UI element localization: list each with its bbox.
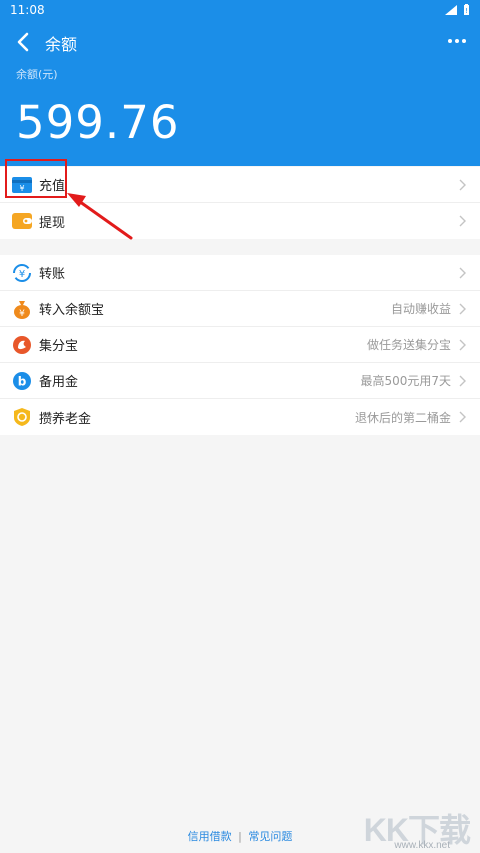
svg-text:b: b xyxy=(18,374,27,388)
balance-label: 余额(元) xyxy=(16,68,58,81)
pension-label: 攒养老金 xyxy=(39,411,92,427)
services-list: ¥ 转账 ¥ 转入余额宝 自动赚收益 集分宝 做任务送集分宝 b 备用金 最高5… xyxy=(0,255,480,435)
jifenbao-desc: 做任务送集分宝 xyxy=(366,338,451,352)
svg-text:¥: ¥ xyxy=(19,309,25,319)
battery-icon: ! xyxy=(464,4,469,15)
watermark: KK下载 www.kkx.net xyxy=(352,803,472,851)
status-time: 11:08 xyxy=(10,3,45,17)
chevron-right-icon xyxy=(459,411,466,423)
signal-icon xyxy=(445,5,457,15)
jifenbao-row[interactable]: 集分宝 做任务送集分宝 xyxy=(0,327,480,363)
transfer-label: 转账 xyxy=(39,267,66,282)
yuebao-desc: 自动赚收益 xyxy=(390,302,451,316)
chevron-right-icon xyxy=(459,303,466,314)
status-icons: ! xyxy=(445,4,470,16)
recharge-row[interactable]: ¥ 充值 xyxy=(0,167,480,203)
footer-separator: | xyxy=(238,830,242,843)
watermark-url: www.kkx.net xyxy=(394,840,450,851)
pension-row[interactable]: 攒养老金 退休后的第二桶金 xyxy=(0,399,480,435)
withdraw-wallet-icon xyxy=(12,211,32,231)
status-bar: 11:08 ! xyxy=(0,0,480,20)
nav-bar: 余额 xyxy=(0,20,480,64)
page-title: 余额 xyxy=(45,35,78,54)
yuebao-label: 转入余额宝 xyxy=(39,303,105,318)
pension-icon xyxy=(12,407,32,427)
chevron-right-icon xyxy=(459,179,466,190)
recharge-highlight-box xyxy=(5,159,67,198)
chevron-right-icon xyxy=(459,339,466,350)
balance-amount: 599.76 xyxy=(16,96,180,149)
jifenbao-icon xyxy=(12,335,32,355)
transfer-row[interactable]: ¥ 转账 xyxy=(0,255,480,291)
withdraw-label: 提现 xyxy=(39,215,66,231)
beiyongjin-desc: 最高500元用7天 xyxy=(360,374,451,388)
beiyongjin-label: 备用金 xyxy=(39,375,79,390)
more-icon[interactable] xyxy=(446,32,468,50)
chevron-right-icon xyxy=(459,375,466,386)
yuebao-row[interactable]: ¥ 转入余额宝 自动赚收益 xyxy=(0,291,480,327)
svg-text:¥: ¥ xyxy=(19,269,25,280)
svg-text:!: ! xyxy=(465,7,468,15)
transfer-icon: ¥ xyxy=(12,263,32,283)
chevron-right-icon xyxy=(459,267,466,278)
chevron-right-icon xyxy=(459,215,466,227)
beiyongjin-row[interactable]: b 备用金 最高500元用7天 xyxy=(0,363,480,399)
withdraw-row[interactable]: 提现 xyxy=(0,203,480,239)
credit-loan-link[interactable]: 信用借款 xyxy=(188,830,232,843)
faq-link[interactable]: 常见问题 xyxy=(248,830,292,843)
money-bag-icon: ¥ xyxy=(12,299,32,319)
funds-list: ¥ 充值 提现 xyxy=(0,167,480,239)
beiyongjin-icon: b xyxy=(12,371,32,391)
jifenbao-label: 集分宝 xyxy=(39,339,79,354)
balance-header: 余额 余额(元) 599.76 xyxy=(0,20,480,166)
pension-desc: 退休后的第二桶金 xyxy=(354,410,451,425)
back-arrow-icon[interactable] xyxy=(14,30,34,54)
